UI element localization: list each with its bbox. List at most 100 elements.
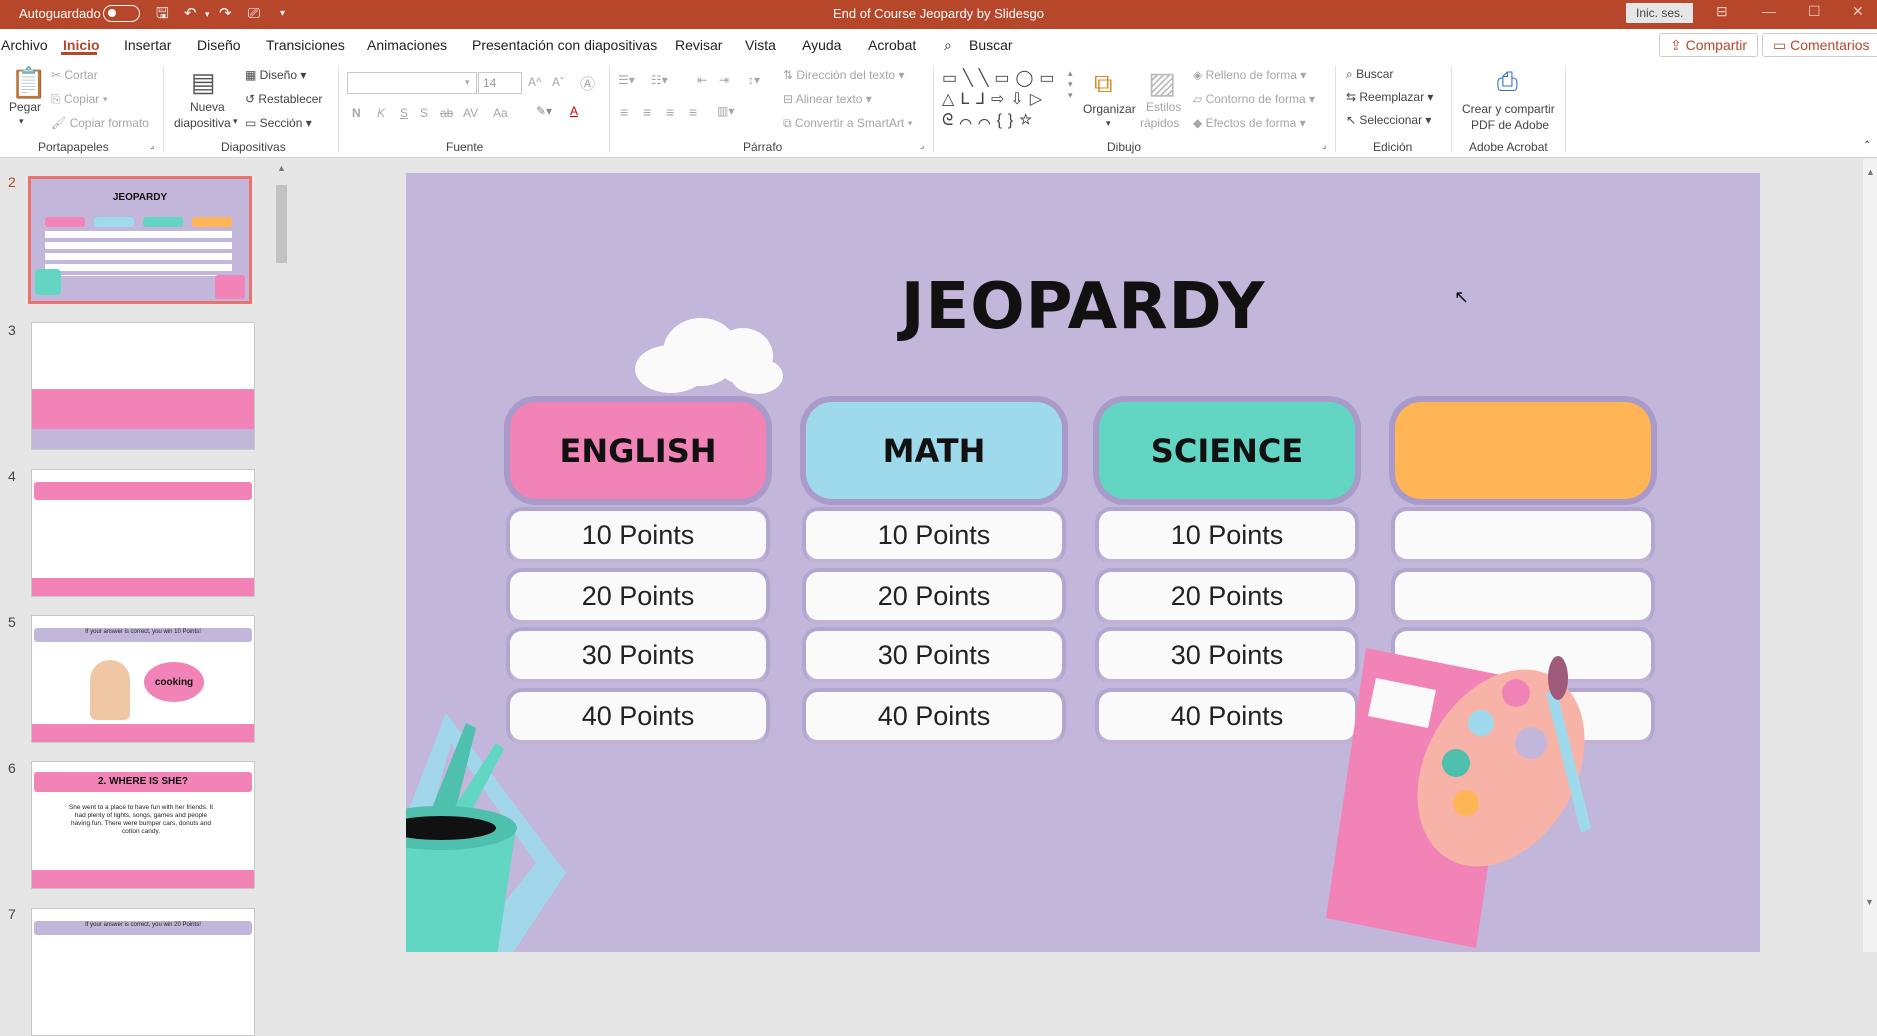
italic-icon[interactable]: K [377,106,385,120]
layout-button[interactable]: ▦ Diseño ▾ [245,68,306,82]
tab-revisar[interactable]: Revisar [675,37,722,53]
minimize-icon[interactable]: — [1762,3,1776,19]
tab-vista[interactable]: Vista [745,37,776,53]
arrange-dropdown-icon[interactable]: ▾ [1106,118,1111,129]
new-slide-label-2[interactable]: diapositiva [174,116,231,130]
points-cell[interactable]: 10 Points [510,511,766,559]
points-cell[interactable] [1395,572,1651,620]
maximize-icon[interactable]: ☐ [1808,3,1821,20]
ribbon-display-icon[interactable]: ⊟ [1716,3,1728,20]
copy-button[interactable]: ⎘ Copiar ▾ [51,92,108,107]
shape-fill-button[interactable]: ◈ Relleno de forma ▾ [1193,68,1306,82]
select-button[interactable]: ↖ Seleccionar ▾ [1346,113,1431,127]
search-box[interactable]: Buscar [969,37,1013,53]
text-direction-button[interactable]: ⇅ Dirección del texto ▾ [783,68,904,82]
tab-transiciones[interactable]: Transiciones [266,37,345,53]
paste-button[interactable]: Pegar [9,100,41,114]
font-family-dropdown-icon[interactable]: ▾ [465,77,470,88]
thumbnail-scrollbar[interactable]: ▲ [274,163,288,952]
smartart-button[interactable]: ⧉ Convertir a SmartArt ▾ [783,116,913,131]
shape-effects-button[interactable]: ◆ Efectos de forma ▾ [1193,116,1306,130]
shapes-more-icon[interactable]: ▴ ▾ ▾ [1068,68,1073,101]
category-math[interactable]: MATH [806,402,1062,499]
highlight-color-icon[interactable]: ✎▾ [536,104,552,118]
tab-archivo[interactable]: Archivo [1,37,48,53]
cut-button[interactable]: ✂ Cortar [51,68,98,82]
tab-inicio[interactable]: Inicio [63,37,100,53]
scroll-up-icon[interactable]: ▲ [277,163,286,173]
points-cell[interactable]: 40 Points [1099,692,1355,740]
points-cell[interactable]: 10 Points [1099,511,1355,559]
slide-thumbnail-2[interactable]: JEOPARDY [28,176,252,304]
points-cell[interactable]: 20 Points [510,572,766,620]
points-cell[interactable]: 20 Points [806,572,1062,620]
slide-thumbnail-5[interactable]: If your answer is correct, you win 10 Po… [31,615,255,743]
collapse-ribbon-icon[interactable]: ⌃ [1863,140,1871,151]
paste-icon[interactable]: 📋 [10,66,47,101]
points-cell[interactable]: 10 Points [806,511,1062,559]
format-painter-button[interactable]: 🖌 Copiar formato [51,116,149,130]
arrange-icon[interactable]: ⧉ [1094,68,1113,100]
create-pdf-label-1[interactable]: Crear y compartir [1462,102,1555,116]
sign-in-button[interactable]: Inic. ses. [1626,3,1694,23]
bullets-icon[interactable]: ☰▾ [618,73,635,87]
tab-acrobat[interactable]: Acrobat [868,37,916,53]
slide-title[interactable]: JEOPARDY [406,270,1760,344]
justify-icon[interactable]: ≡ [689,104,697,120]
tab-animaciones[interactable]: Animaciones [367,37,447,53]
numbering-icon[interactable]: ☷▾ [651,73,668,87]
category-science[interactable]: SCIENCE [1099,402,1355,499]
quick-styles-label-1[interactable]: Estilos [1146,100,1181,114]
slide-thumbnail-7[interactable]: If your answer is correct, you win 20 Po… [31,908,255,1036]
font-size-select[interactable]: 14 [478,72,522,94]
new-slide-label-1[interactable]: Nueva [190,100,225,114]
tab-ayuda[interactable]: Ayuda [802,37,841,53]
quick-styles-label-2[interactable]: rápidos [1140,116,1179,130]
points-cell[interactable]: 30 Points [510,631,766,679]
scrollbar-thumb[interactable] [276,185,287,263]
quick-styles-icon[interactable]: ▨ [1148,66,1176,101]
points-cell[interactable]: 30 Points [806,631,1062,679]
bold-icon[interactable]: N [352,106,361,120]
shapes-gallery[interactable]: ▭╲╲▭◯▭ △ᒪᒧ⇨⇩▷ ᘓ⌒⌒{}☆ [942,68,1072,134]
slide-thumbnail-6[interactable]: 2. WHERE IS SHE? She went to a place to … [31,761,255,889]
share-button[interactable]: ⇪ Compartir [1659,33,1759,57]
slide-thumbnail-3[interactable] [31,322,255,450]
columns-icon[interactable]: ▥▾ [717,104,734,118]
align-center-icon[interactable]: ≡ [643,104,651,120]
points-cell[interactable]: 30 Points [1099,631,1355,679]
clear-format-icon[interactable]: Ⓐ [580,73,595,94]
change-case-icon[interactable]: Aa [493,106,508,120]
paragraph-launcher-icon[interactable]: ⌟ [920,140,924,151]
grow-font-icon[interactable]: A^ [528,75,542,89]
current-slide[interactable]: JEOPARDY ENGLISH MATH SCIENCE 10 Points … [406,173,1760,952]
shape-outline-button[interactable]: ▱ Contorno de forma ▾ [1193,92,1315,106]
line-spacing-icon[interactable]: ↕▾ [748,73,760,87]
strikethrough-icon[interactable]: ab [440,106,453,120]
vertical-scrollbar[interactable]: ▲ ▼ [1863,159,1877,952]
clipboard-launcher-icon[interactable]: ⌟ [150,140,154,151]
align-left-icon[interactable]: ≡ [620,104,628,120]
points-cell[interactable]: 20 Points [1099,572,1355,620]
tab-insertar[interactable]: Insertar [124,37,171,53]
drawing-launcher-icon[interactable]: ⌟ [1322,140,1326,151]
replace-button[interactable]: ⇆ Reemplazar ▾ [1346,90,1433,104]
category-empty[interactable] [1395,402,1651,499]
char-spacing-icon[interactable]: AV [463,106,478,120]
scroll-up-icon[interactable]: ▲ [1866,167,1875,177]
font-color-icon[interactable]: A [570,104,578,118]
new-slide-icon[interactable]: ▤ [191,67,216,98]
underline-icon[interactable]: S [400,106,408,120]
points-cell[interactable]: 40 Points [806,692,1062,740]
decrease-indent-icon[interactable]: ⇤ [697,73,707,87]
find-button[interactable]: ⌕ Buscar [1346,67,1393,82]
create-pdf-label-2[interactable]: PDF de Adobe [1471,118,1549,132]
arrange-button[interactable]: Organizar [1083,102,1136,116]
search-icon[interactable]: ⌕ [944,37,952,54]
slide-thumbnail-4[interactable] [31,469,255,597]
increase-indent-icon[interactable]: ⇥ [719,73,729,87]
new-slide-dropdown-icon[interactable]: ▾ [233,116,238,127]
points-cell[interactable] [1395,511,1651,559]
font-family-select[interactable] [347,72,477,94]
tab-diseno[interactable]: Diseño [197,37,241,53]
